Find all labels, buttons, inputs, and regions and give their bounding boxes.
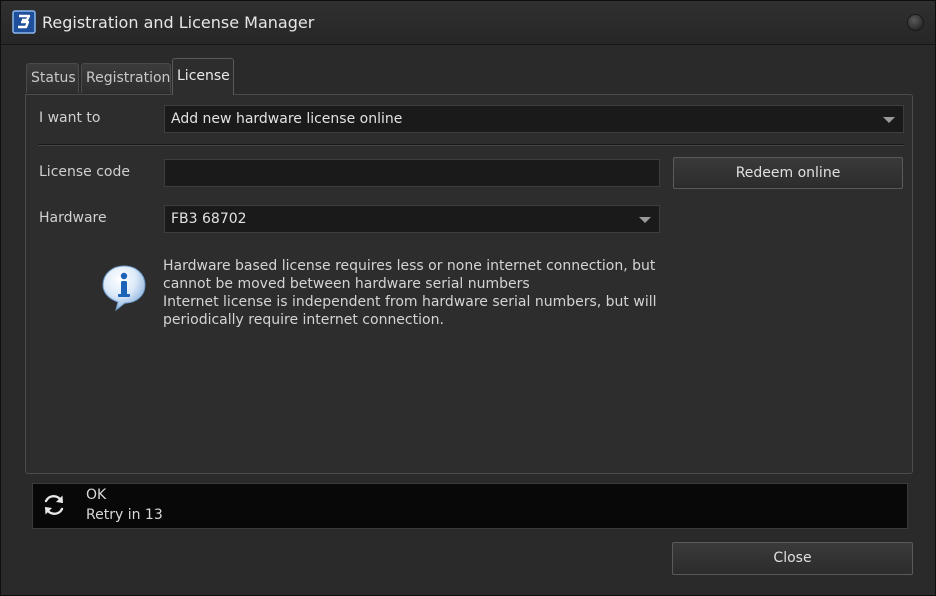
app-logo-icon xyxy=(12,10,36,34)
status-bar: OK Retry in 13 xyxy=(32,483,908,529)
info-line: Internet license is independent from har… xyxy=(163,294,657,310)
license-manager-window: Registration and License Manager Status … xyxy=(0,0,936,596)
window-orb-button[interactable] xyxy=(907,14,924,31)
action-select[interactable]: Add new hardware license online xyxy=(164,105,904,133)
info-icon xyxy=(102,265,146,312)
info-line: cannot be moved between hardware serial … xyxy=(163,276,530,292)
action-label: I want to xyxy=(39,110,101,126)
info-line: periodically require internet connection… xyxy=(163,312,444,328)
title-bar[interactable]: Registration and License Manager xyxy=(1,1,935,45)
hardware-select-value: FB3 68702 xyxy=(171,211,247,227)
window-title: Registration and License Manager xyxy=(42,13,315,32)
hardware-select[interactable]: FB3 68702 xyxy=(164,205,660,233)
hardware-label: Hardware xyxy=(39,210,107,226)
tab-license-label: License xyxy=(177,68,230,84)
tab-status-label: Status xyxy=(31,70,76,86)
license-code-label: License code xyxy=(39,164,130,180)
chevron-down-icon xyxy=(883,117,895,123)
close-button-label: Close xyxy=(773,550,812,566)
close-button[interactable]: Close xyxy=(672,542,913,575)
tab-license[interactable]: License xyxy=(172,58,234,95)
license-code-input[interactable] xyxy=(164,159,660,187)
retry-text: Retry in 13 xyxy=(86,507,163,523)
refresh-icon[interactable] xyxy=(41,492,67,518)
action-select-value: Add new hardware license online xyxy=(171,111,403,127)
redeem-online-button[interactable]: Redeem online xyxy=(673,157,903,189)
info-message: Hardware based license requires less or … xyxy=(163,257,663,329)
tab-registration-label: Registration xyxy=(86,70,171,86)
tab-status[interactable]: Status xyxy=(26,63,79,93)
redeem-online-label: Redeem online xyxy=(735,165,841,181)
status-text: OK xyxy=(86,487,107,503)
info-line: Hardware based license requires less or … xyxy=(163,258,656,274)
section-divider xyxy=(38,144,904,146)
tab-registration[interactable]: Registration xyxy=(81,63,171,93)
chevron-down-icon xyxy=(639,217,651,223)
